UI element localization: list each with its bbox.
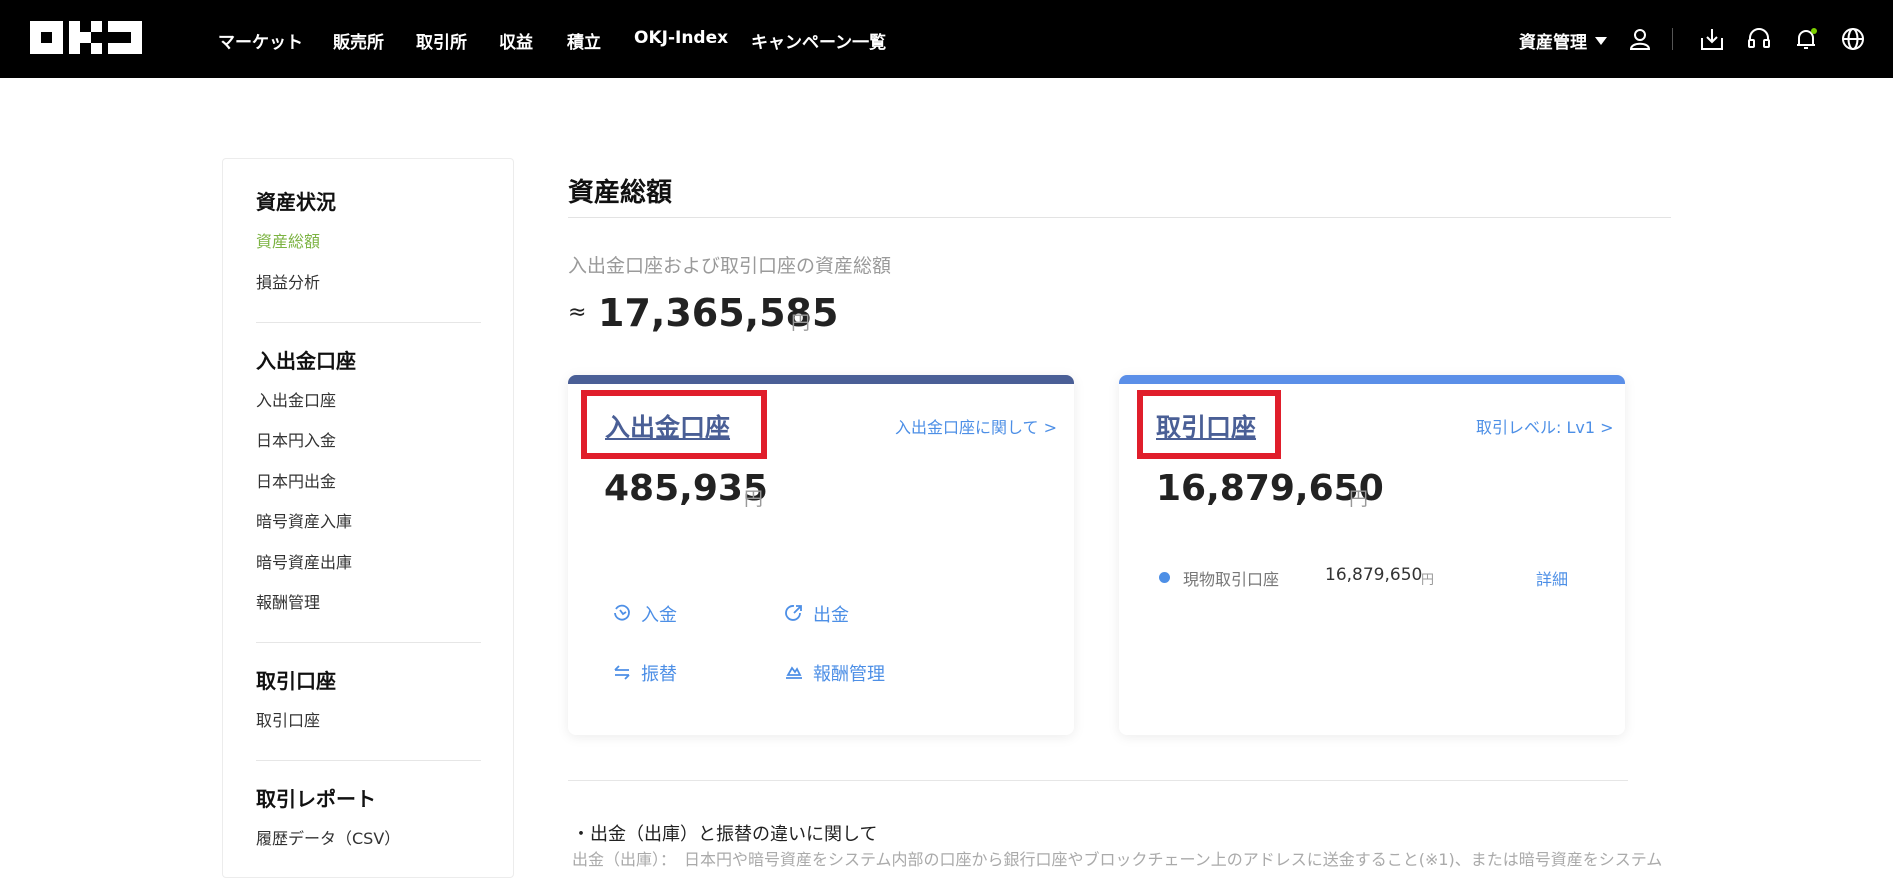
caret-down-icon <box>1595 37 1607 45</box>
nav-market[interactable]: マーケット <box>218 28 303 53</box>
trading-account-title[interactable]: 取引口座 <box>1156 408 1256 444</box>
trading-currency-unit: 円 <box>1349 488 1369 510</box>
deposit-icon <box>614 604 630 621</box>
sidebar-item-history-csv[interactable]: 履歴データ（CSV） <box>256 825 400 849</box>
withdraw-action[interactable]: 出金 <box>784 601 884 626</box>
asset-management-menu[interactable]: 資産管理 <box>1519 28 1607 53</box>
spot-account-value: 16,879,650 <box>1325 565 1423 585</box>
sidebar-divider <box>256 322 481 323</box>
sidebar-divider <box>256 642 481 643</box>
approx-symbol: ≈ <box>568 300 587 325</box>
spot-account-detail-link[interactable]: 詳細 <box>1536 566 1568 590</box>
globe-icon[interactable] <box>1840 26 1866 52</box>
nav-earn[interactable]: 収益 <box>499 28 533 53</box>
spot-currency-unit: 円 <box>1421 573 1435 588</box>
top-navigation-bar: マーケット 販売所 取引所 収益 積立 OKJ-Index キャンペーン一覧 資… <box>0 0 1893 78</box>
sidebar-item-jpy-withdrawal[interactable]: 日本円出金 <box>256 468 336 492</box>
rewards-action[interactable]: 報酬管理 <box>784 660 914 685</box>
note-heading: ・出金（出庫）と振替の違いに関して <box>572 824 878 845</box>
trading-level-link[interactable]: 取引レベル: Lv1 > <box>1476 414 1614 438</box>
deposit-label: 入金 <box>641 605 677 626</box>
sidebar-divider <box>256 760 481 761</box>
funding-account-title[interactable]: 入出金口座 <box>605 408 730 444</box>
total-currency-unit: 円 <box>791 312 811 334</box>
sidebar-item-total-assets[interactable]: 資産総額 <box>256 228 320 252</box>
toolbar-divider <box>1672 28 1673 50</box>
rewards-label: 報酬管理 <box>813 664 885 685</box>
withdraw-label: 出金 <box>813 605 849 626</box>
sidebar-heading-trading-account: 取引口座 <box>256 669 336 693</box>
sidebar-item-funding-account[interactable]: 入出金口座 <box>256 387 336 411</box>
okj-logo[interactable] <box>30 21 142 54</box>
rewards-icon <box>786 666 802 679</box>
sidebar: 資産状況 資産総額 損益分析 入出金口座 入出金口座 日本円入金 日本円出金 暗… <box>222 158 514 878</box>
card-accent-bar <box>568 375 1074 384</box>
transfer-action[interactable]: 振替 <box>612 660 712 685</box>
nav-okj-index[interactable]: OKJ-Index <box>634 28 728 48</box>
section-divider <box>568 780 1628 781</box>
sidebar-item-crypto-withdrawal[interactable]: 暗号資産出庫 <box>256 549 352 573</box>
nav-campaigns[interactable]: キャンペーン一覧 <box>751 28 886 53</box>
sidebar-heading-funding-account: 入出金口座 <box>256 349 356 373</box>
transfer-icon <box>614 665 630 680</box>
page-title: 資産総額 <box>568 178 673 208</box>
sidebar-item-rewards[interactable]: 報酬管理 <box>256 589 320 613</box>
note-text: 出金（出庫）： 日本円や暗号資産をシステム内部の口座から銀行口座やブロックチェー… <box>572 850 1663 869</box>
card-accent-bar <box>1119 375 1625 384</box>
spot-account-dot <box>1159 572 1170 583</box>
sidebar-heading-asset-status: 資産状況 <box>256 190 336 214</box>
withdraw-icon <box>785 605 802 621</box>
sidebar-heading-trade-report: 取引レポート <box>256 787 376 811</box>
transfer-label: 振替 <box>641 664 677 685</box>
deposit-action[interactable]: 入金 <box>612 601 712 626</box>
funding-currency-unit: 円 <box>744 488 764 510</box>
nav-retail[interactable]: 販売所 <box>333 28 384 53</box>
download-icon[interactable] <box>1699 26 1725 52</box>
total-assets-label: 入出金口座および取引口座の資産総額 <box>568 255 892 277</box>
headset-icon[interactable] <box>1746 26 1772 52</box>
nav-exchange[interactable]: 取引所 <box>416 28 467 53</box>
title-divider <box>568 217 1671 218</box>
sidebar-item-pl-analysis[interactable]: 損益分析 <box>256 269 320 293</box>
sidebar-item-crypto-deposit[interactable]: 暗号資産入庫 <box>256 508 352 532</box>
bell-icon[interactable] <box>1793 26 1819 52</box>
funding-account-info-link[interactable]: 入出金口座に関して > <box>895 414 1057 438</box>
sidebar-item-jpy-deposit[interactable]: 日本円入金 <box>256 427 336 451</box>
user-icon[interactable] <box>1627 26 1653 52</box>
sidebar-item-trading-account[interactable]: 取引口座 <box>256 707 320 731</box>
asset-management-label: 資産管理 <box>1519 33 1587 53</box>
nav-recurring[interactable]: 積立 <box>567 28 601 53</box>
spot-account-label: 現物取引口座 <box>1183 570 1280 589</box>
